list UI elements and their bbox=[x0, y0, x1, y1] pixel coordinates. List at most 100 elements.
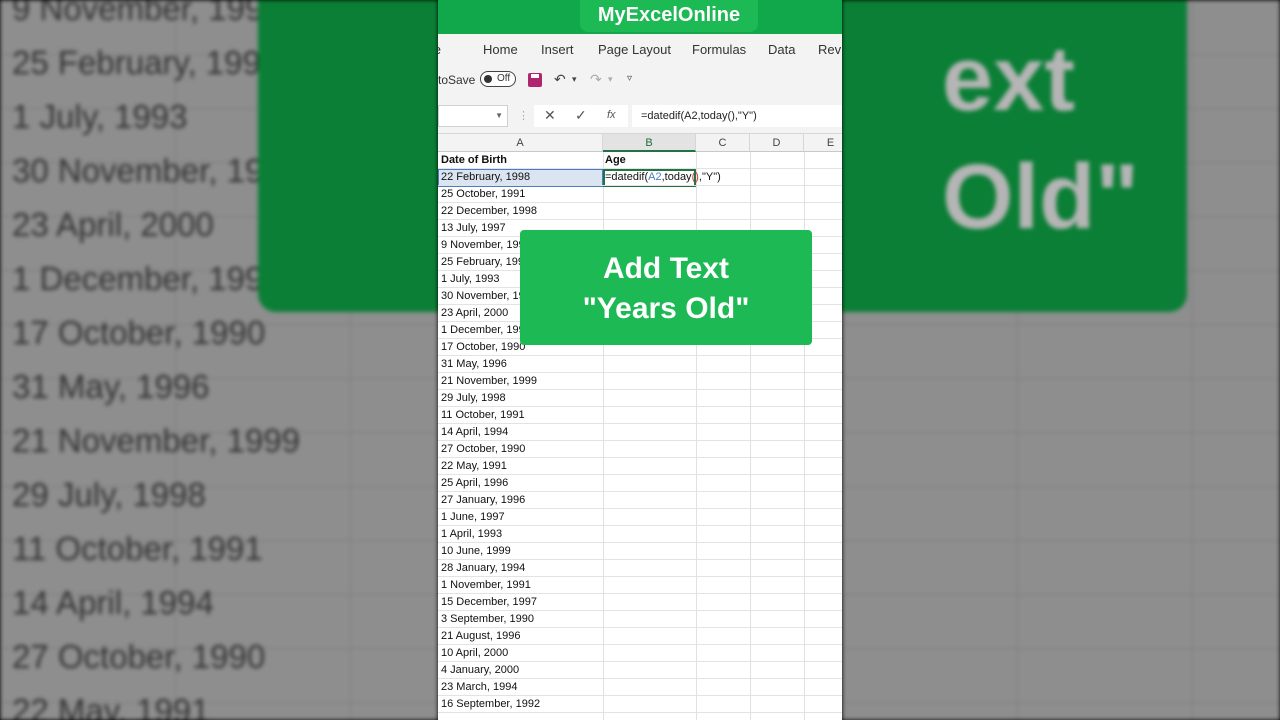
background-date: 11 October, 1991 bbox=[12, 530, 263, 567]
autosave-toggle[interactable]: Off bbox=[480, 71, 516, 87]
background-date: 1 July, 1993 bbox=[12, 98, 188, 135]
table-row: 4 January, 2000 bbox=[438, 662, 842, 679]
redo-icon[interactable]: ↷ bbox=[590, 71, 602, 88]
table-row: 27 October, 1990 bbox=[438, 441, 842, 458]
table-row: 28 January, 1994 bbox=[438, 560, 842, 577]
table-row: 22 May, 1991 bbox=[438, 458, 842, 475]
date-cell[interactable]: 1 July, 1993 bbox=[441, 273, 500, 285]
undo-icon[interactable]: ↶ bbox=[554, 71, 566, 88]
table-row: 10 April, 2000 bbox=[438, 645, 842, 662]
table-row: 27 January, 1996 bbox=[438, 492, 842, 509]
column-header-d[interactable]: D bbox=[750, 134, 804, 152]
date-cell[interactable]: 27 January, 1996 bbox=[441, 494, 525, 506]
chevron-down-icon[interactable]: ▼ bbox=[495, 106, 503, 126]
date-cell[interactable]: 11 October, 1991 bbox=[441, 409, 525, 421]
header-row: Date of Birth Age bbox=[438, 152, 842, 169]
caption-overlay: Add Text "Years Old" bbox=[520, 230, 812, 345]
editing-row: =datedif(A2,today(),"Y") bbox=[438, 169, 842, 186]
date-cell[interactable]: 25 October, 1991 bbox=[441, 188, 525, 200]
date-cell[interactable]: 31 May, 1996 bbox=[441, 358, 507, 370]
menu-review[interactable]: Revi bbox=[818, 42, 842, 57]
date-cell[interactable]: 16 September, 1992 bbox=[441, 698, 540, 710]
date-cell[interactable]: 22 December, 1998 bbox=[441, 205, 537, 217]
date-cell[interactable]: 4 January, 2000 bbox=[441, 664, 519, 676]
background-date: 31 May, 1996 bbox=[12, 368, 210, 405]
cancel-icon[interactable]: ✕ bbox=[544, 107, 556, 124]
date-cell[interactable]: 9 November, 1998 bbox=[441, 239, 531, 251]
background-date: 23 April, 2000 bbox=[12, 206, 214, 243]
date-cell[interactable]: 28 January, 1994 bbox=[441, 562, 525, 574]
column-header-a[interactable]: A bbox=[438, 134, 603, 152]
date-cell[interactable]: 21 August, 1996 bbox=[441, 630, 521, 642]
background-date: 17 October, 1990 bbox=[12, 314, 266, 351]
column-header-e[interactable]: E bbox=[804, 134, 842, 152]
table-row: 1 November, 1991 bbox=[438, 577, 842, 594]
date-cell[interactable]: 21 November, 1999 bbox=[441, 375, 537, 387]
chevron-down-icon[interactable]: ▾ bbox=[572, 74, 577, 85]
date-cell[interactable]: 10 June, 1999 bbox=[441, 545, 511, 557]
enter-icon[interactable]: ✓ bbox=[575, 107, 587, 124]
background-date: 22 May, 1991 bbox=[12, 692, 210, 720]
table-row: 14 April, 1994 bbox=[438, 424, 842, 441]
background-date: 30 November, 1990 bbox=[12, 152, 301, 189]
formula-input[interactable]: =datedif(A2,today(),"Y") bbox=[632, 105, 842, 127]
table-row: 1 June, 1997 bbox=[438, 509, 842, 526]
date-cell[interactable]: 10 April, 2000 bbox=[441, 647, 508, 659]
caption-line-2: "Years Old" bbox=[582, 292, 750, 325]
table-row: 25 April, 1996 bbox=[438, 475, 842, 492]
background-date: 1 December, 1998 bbox=[12, 260, 282, 297]
table-row: 22 December, 1998 bbox=[438, 203, 842, 220]
date-cell[interactable]: 13 July, 1997 bbox=[441, 222, 506, 234]
date-cell[interactable]: 1 December, 1998 bbox=[441, 324, 531, 336]
date-cell[interactable]: 3 September, 1990 bbox=[441, 613, 534, 625]
header-age[interactable]: Age bbox=[605, 154, 626, 166]
name-box[interactable]: ▼ bbox=[438, 105, 508, 127]
date-cell[interactable]: 29 July, 1998 bbox=[441, 392, 506, 404]
cell-b2-formula[interactable]: =datedif(A2,today(),"Y") bbox=[605, 171, 721, 183]
menu-insert[interactable]: Insert bbox=[541, 42, 574, 57]
date-cell[interactable]: 23 March, 1994 bbox=[441, 681, 517, 693]
caption-line-1: Add Text bbox=[602, 252, 730, 285]
date-cell[interactable]: 1 November, 1991 bbox=[441, 579, 531, 591]
chevron-down-icon[interactable]: ▾ bbox=[608, 74, 613, 85]
background-date: 14 April, 1994 bbox=[12, 584, 214, 621]
insert-function-icon[interactable]: fx bbox=[607, 109, 616, 121]
background-date-list: 9 November, 1998 25 February, 1998 1 July,… bbox=[12, 0, 300, 720]
date-cell[interactable]: 22 May, 1991 bbox=[441, 460, 507, 472]
customize-toolbar-icon[interactable]: ▿ bbox=[627, 73, 632, 84]
date-cell[interactable]: 17 October, 1990 bbox=[441, 341, 525, 353]
menu-page-layout[interactable]: Page Layout bbox=[598, 42, 671, 57]
table-row: 3 September, 1990 bbox=[438, 611, 842, 628]
date-cell[interactable]: 14 April, 1994 bbox=[441, 426, 508, 438]
table-row: 15 December, 1997 bbox=[438, 594, 842, 611]
date-cell[interactable]: 25 April, 1996 bbox=[441, 477, 508, 489]
table-row: 16 September, 1992 bbox=[438, 696, 842, 713]
brand-bar: MyExcelOnline bbox=[438, 0, 842, 34]
autosave-label: toSave bbox=[438, 73, 476, 87]
background-date: 27 October, 1990 bbox=[12, 638, 266, 675]
column-header-c[interactable]: C bbox=[696, 134, 750, 152]
date-cell[interactable]: 1 April, 1993 bbox=[441, 528, 502, 540]
background-green-panel: ext Old" bbox=[842, 0, 1187, 312]
menu-formulas[interactable]: Formulas bbox=[692, 42, 746, 57]
column-header-b[interactable]: B bbox=[603, 134, 696, 152]
table-row: 25 October, 1991 bbox=[438, 186, 842, 203]
header-date-of-birth[interactable]: Date of Birth bbox=[441, 154, 507, 166]
background-right: ext Old" bbox=[842, 0, 1280, 720]
date-cell[interactable]: 1 June, 1997 bbox=[441, 511, 505, 523]
background-green-panel bbox=[258, 0, 438, 312]
table-row: 21 November, 1999 bbox=[438, 373, 842, 390]
date-cell[interactable]: 23 April, 2000 bbox=[441, 307, 508, 319]
save-icon[interactable] bbox=[528, 73, 542, 87]
quick-access-toolbar: toSave Off ↶ ▾ ↷ ▾ ▿ bbox=[438, 64, 842, 98]
date-cell[interactable]: 27 October, 1990 bbox=[441, 443, 525, 455]
table-row: 21 August, 1996 bbox=[438, 628, 842, 645]
menu-data[interactable]: Data bbox=[768, 42, 795, 57]
background-date: 9 November, 1998 bbox=[12, 0, 282, 27]
menu-file[interactable]: ile bbox=[438, 42, 441, 57]
menu-home[interactable]: Home bbox=[483, 42, 518, 57]
table-row: 23 March, 1994 bbox=[438, 679, 842, 696]
date-cell[interactable]: 15 December, 1997 bbox=[441, 596, 537, 608]
date-cell[interactable]: 25 February, 1998 bbox=[441, 256, 530, 268]
background-overlay-text: ext Old" bbox=[942, 28, 1139, 248]
